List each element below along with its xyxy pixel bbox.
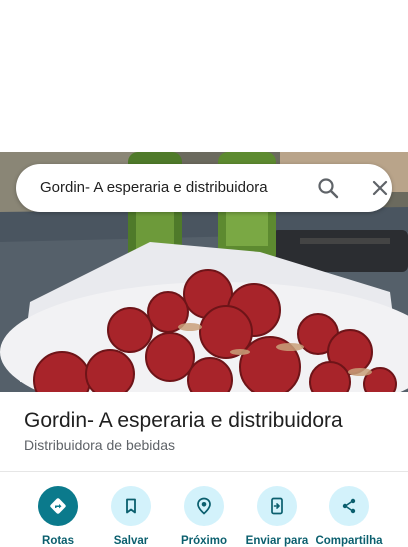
share-label: Compartilha bbox=[315, 535, 383, 547]
directions-icon bbox=[38, 486, 78, 526]
share-icon bbox=[329, 486, 369, 526]
search-bar[interactable]: Gordin- A esperaria e distribuidora bbox=[16, 164, 392, 212]
search-input[interactable]: Gordin- A esperaria e distribuidora bbox=[40, 164, 268, 212]
nearby-icon bbox=[184, 486, 224, 526]
close-icon[interactable] bbox=[368, 176, 392, 200]
place-title: Gordin- A esperaria e distribuidora bbox=[24, 409, 343, 432]
search-icon[interactable] bbox=[316, 176, 340, 200]
bookmark-icon bbox=[111, 486, 151, 526]
map-blank-area bbox=[0, 0, 408, 152]
send-to-phone-icon bbox=[257, 486, 297, 526]
divider bbox=[0, 471, 408, 472]
share-button[interactable]: Compartilha bbox=[309, 486, 389, 547]
place-category: Distribuidora de bebidas bbox=[24, 437, 175, 453]
